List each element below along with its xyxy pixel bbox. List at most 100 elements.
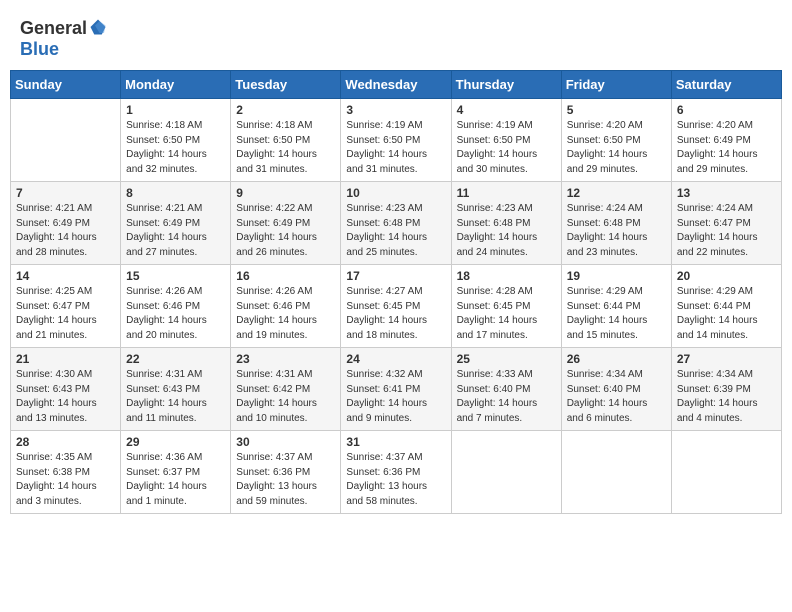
- cell-content: Sunrise: 4:21 AM Sunset: 6:49 PM Dayligh…: [126, 202, 225, 260]
- day-number: 11: [457, 186, 556, 200]
- day-number: 7: [16, 186, 115, 200]
- calendar-cell: 1Sunrise: 4:18 AM Sunset: 6:50 PM Daylig…: [121, 99, 231, 182]
- day-header-monday: Monday: [121, 71, 231, 99]
- cell-content: Sunrise: 4:21 AM Sunset: 6:49 PM Dayligh…: [16, 202, 115, 260]
- cell-content: Sunrise: 4:29 AM Sunset: 6:44 PM Dayligh…: [677, 285, 776, 343]
- cell-content: Sunrise: 4:36 AM Sunset: 6:37 PM Dayligh…: [126, 451, 225, 509]
- page-header: General Blue: [10, 10, 782, 64]
- cell-content: Sunrise: 4:25 AM Sunset: 6:47 PM Dayligh…: [16, 285, 115, 343]
- calendar-cell: 16 Sunrise: 4:26 AM Sunset: 6:46 PM Dayli…: [231, 265, 341, 348]
- cell-content: Sunrise: 4:27 AM Sunset: 6:45 PM Dayligh…: [346, 285, 445, 343]
- calendar-cell: 25 Sunrise: 4:33 AM Sunset: 6:40 PM Dayli…: [451, 348, 561, 431]
- day-number: 20: [677, 269, 776, 283]
- calendar-cell: 17 Sunrise: 4:27 AM Sunset: 6:45 PM Dayli…: [341, 265, 451, 348]
- calendar-cell: 9 Sunrise: 4:22 AM Sunset: 6:49 PM Daylig…: [231, 182, 341, 265]
- cell-content: Sunrise: 4:20 AM Sunset: 6:49 PM Dayligh…: [677, 119, 776, 177]
- logo-blue-text: Blue: [20, 39, 59, 60]
- logo: General Blue: [20, 18, 107, 60]
- day-header-wednesday: Wednesday: [341, 71, 451, 99]
- day-header-saturday: Saturday: [671, 71, 781, 99]
- cell-content: Sunrise: 4:31 AM Sunset: 6:43 PM Dayligh…: [126, 368, 225, 426]
- cell-content: Sunrise: 4:26 AM Sunset: 6:46 PM Dayligh…: [236, 285, 335, 343]
- day-header-friday: Friday: [561, 71, 671, 99]
- day-number: 21: [16, 352, 115, 366]
- day-number: 27: [677, 352, 776, 366]
- calendar-cell: 2 Sunrise: 4:18 AM Sunset: 6:50 PM Daylig…: [231, 99, 341, 182]
- day-number: 6: [677, 103, 776, 117]
- day-header-sunday: Sunday: [11, 71, 121, 99]
- calendar-cell: 30 Sunrise: 4:37 AM Sunset: 6:36 PM Dayli…: [231, 431, 341, 514]
- day-number: 24: [346, 352, 445, 366]
- day-number: 9: [236, 186, 335, 200]
- calendar-cell: 7 Sunrise: 4:21 AM Sunset: 6:49 PM Daylig…: [11, 182, 121, 265]
- cell-content: Sunrise: 4:34 AM Sunset: 6:39 PM Dayligh…: [677, 368, 776, 426]
- cell-content: Sunrise: 4:18 AM Sunset: 6:50 PM Dayligh…: [236, 119, 335, 177]
- cell-content: Sunrise: 4:24 AM Sunset: 6:48 PM Dayligh…: [567, 202, 666, 260]
- day-number: 17: [346, 269, 445, 283]
- calendar-cell: 27 Sunrise: 4:34 AM Sunset: 6:39 PM Dayli…: [671, 348, 781, 431]
- day-number: 5: [567, 103, 666, 117]
- calendar-cell: [561, 431, 671, 514]
- logo-general-text: General: [20, 18, 87, 39]
- day-number: 2: [236, 103, 335, 117]
- calendar-cell: 19 Sunrise: 4:29 AM Sunset: 6:44 PM Dayli…: [561, 265, 671, 348]
- calendar-cell: 29 Sunrise: 4:36 AM Sunset: 6:37 PM Dayli…: [121, 431, 231, 514]
- calendar-cell: 10 Sunrise: 4:23 AM Sunset: 6:48 PM Dayli…: [341, 182, 451, 265]
- calendar-cell: 28 Sunrise: 4:35 AM Sunset: 6:38 PM Dayli…: [11, 431, 121, 514]
- day-number: 28: [16, 435, 115, 449]
- day-number: 18: [457, 269, 556, 283]
- cell-content: Sunrise: 4:34 AM Sunset: 6:40 PM Dayligh…: [567, 368, 666, 426]
- calendar-cell: 15Sunrise: 4:26 AM Sunset: 6:46 PM Dayli…: [121, 265, 231, 348]
- cell-content: Sunrise: 4:20 AM Sunset: 6:50 PM Dayligh…: [567, 119, 666, 177]
- calendar-cell: 14 Sunrise: 4:25 AM Sunset: 6:47 PM Dayli…: [11, 265, 121, 348]
- day-number: 25: [457, 352, 556, 366]
- calendar-cell: 18 Sunrise: 4:28 AM Sunset: 6:45 PM Dayli…: [451, 265, 561, 348]
- calendar-table: SundayMondayTuesdayWednesdayThursdayFrid…: [10, 70, 782, 514]
- calendar-cell: 23 Sunrise: 4:31 AM Sunset: 6:42 PM Dayli…: [231, 348, 341, 431]
- calendar-cell: 4 Sunrise: 4:19 AM Sunset: 6:50 PM Daylig…: [451, 99, 561, 182]
- day-number: 26: [567, 352, 666, 366]
- calendar-cell: [11, 99, 121, 182]
- calendar-cell: 24 Sunrise: 4:32 AM Sunset: 6:41 PM Dayli…: [341, 348, 451, 431]
- calendar-cell: 20 Sunrise: 4:29 AM Sunset: 6:44 PM Dayli…: [671, 265, 781, 348]
- cell-content: Sunrise: 4:37 AM Sunset: 6:36 PM Dayligh…: [346, 451, 445, 509]
- calendar-cell: [451, 431, 561, 514]
- cell-content: Sunrise: 4:22 AM Sunset: 6:49 PM Dayligh…: [236, 202, 335, 260]
- day-header-tuesday: Tuesday: [231, 71, 341, 99]
- cell-content: Sunrise: 4:29 AM Sunset: 6:44 PM Dayligh…: [567, 285, 666, 343]
- calendar-cell: 12Sunrise: 4:24 AM Sunset: 6:48 PM Dayli…: [561, 182, 671, 265]
- cell-content: Sunrise: 4:31 AM Sunset: 6:42 PM Dayligh…: [236, 368, 335, 426]
- cell-content: Sunrise: 4:19 AM Sunset: 6:50 PM Dayligh…: [457, 119, 556, 177]
- cell-content: Sunrise: 4:28 AM Sunset: 6:45 PM Dayligh…: [457, 285, 556, 343]
- day-number: 29: [126, 435, 225, 449]
- cell-content: Sunrise: 4:26 AM Sunset: 6:46 PM Dayligh…: [126, 285, 225, 343]
- cell-content: Sunrise: 4:33 AM Sunset: 6:40 PM Dayligh…: [457, 368, 556, 426]
- calendar-cell: 13Sunrise: 4:24 AM Sunset: 6:47 PM Dayli…: [671, 182, 781, 265]
- cell-content: Sunrise: 4:19 AM Sunset: 6:50 PM Dayligh…: [346, 119, 445, 177]
- day-number: 4: [457, 103, 556, 117]
- day-number: 31: [346, 435, 445, 449]
- day-number: 22: [126, 352, 225, 366]
- day-number: 19: [567, 269, 666, 283]
- calendar-cell: 31 Sunrise: 4:37 AM Sunset: 6:36 PM Dayli…: [341, 431, 451, 514]
- cell-content: Sunrise: 4:35 AM Sunset: 6:38 PM Dayligh…: [16, 451, 115, 509]
- cell-content: Sunrise: 4:23 AM Sunset: 6:48 PM Dayligh…: [346, 202, 445, 260]
- calendar-cell: 11 Sunrise: 4:23 AM Sunset: 6:48 PM Dayli…: [451, 182, 561, 265]
- day-header-thursday: Thursday: [451, 71, 561, 99]
- calendar-cell: 5 Sunrise: 4:20 AM Sunset: 6:50 PM Daylig…: [561, 99, 671, 182]
- day-number: 23: [236, 352, 335, 366]
- day-number: 10: [346, 186, 445, 200]
- cell-content: Sunrise: 4:18 AM Sunset: 6:50 PM Dayligh…: [126, 119, 225, 177]
- calendar-cell: 6 Sunrise: 4:20 AM Sunset: 6:49 PM Daylig…: [671, 99, 781, 182]
- cell-content: Sunrise: 4:32 AM Sunset: 6:41 PM Dayligh…: [346, 368, 445, 426]
- calendar-cell: 21Sunrise: 4:30 AM Sunset: 6:43 PM Dayli…: [11, 348, 121, 431]
- day-number: 30: [236, 435, 335, 449]
- calendar-cell: 26 Sunrise: 4:34 AM Sunset: 6:40 PM Dayli…: [561, 348, 671, 431]
- day-number: 3: [346, 103, 445, 117]
- day-number: 16: [236, 269, 335, 283]
- day-number: 8: [126, 186, 225, 200]
- cell-content: Sunrise: 4:37 AM Sunset: 6:36 PM Dayligh…: [236, 451, 335, 509]
- day-number: 13: [677, 186, 776, 200]
- cell-content: Sunrise: 4:23 AM Sunset: 6:48 PM Dayligh…: [457, 202, 556, 260]
- day-number: 14: [16, 269, 115, 283]
